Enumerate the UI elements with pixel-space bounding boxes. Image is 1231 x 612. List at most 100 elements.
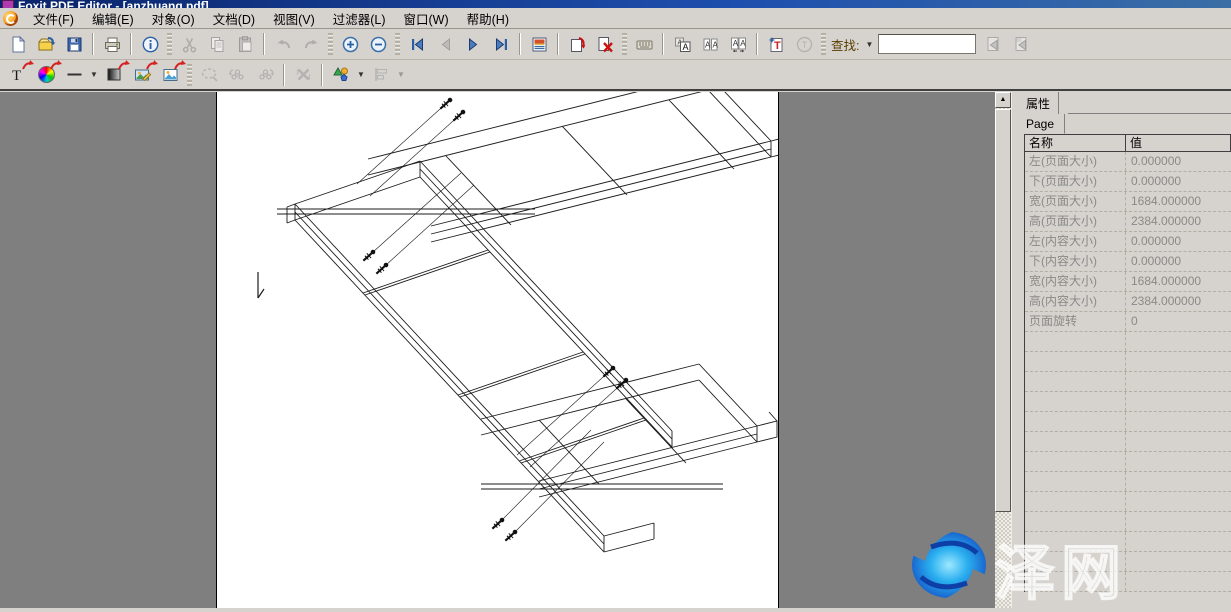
last-page-button[interactable] — [488, 31, 514, 57]
font-replace-button[interactable]: AA — [669, 31, 695, 57]
toolbar-grip — [167, 33, 172, 55]
toolbar-grip — [622, 33, 627, 55]
toolbar-grip — [328, 33, 333, 55]
document-info-button[interactable] — [137, 31, 163, 57]
save-button[interactable] — [61, 31, 87, 57]
menu-item-document[interactable]: 文档(D) — [204, 7, 264, 30]
toolbar-grip — [395, 33, 400, 55]
toolbar-grip — [821, 33, 826, 55]
property-row: 下(页面大小)0.000000 — [1025, 172, 1231, 192]
scrollbar-thumb[interactable] — [995, 109, 1011, 512]
property-row: 高(内容大小)2384.000000 — [1025, 292, 1231, 312]
scroll-up-button[interactable]: ▲ — [995, 92, 1011, 108]
svg-text:T: T — [774, 40, 781, 52]
menu-item-object[interactable]: 对象(O) — [143, 7, 204, 30]
menu-item-edit[interactable]: 编辑(E) — [83, 7, 143, 30]
ladder-bottom-section — [481, 364, 777, 497]
edit-text-tool-button[interactable]: T — [5, 62, 31, 88]
copy-button — [204, 31, 230, 57]
paste-icon — [236, 35, 255, 54]
document-canvas[interactable] — [0, 92, 995, 608]
menu-item-file[interactable]: 文件(F) — [24, 7, 83, 30]
svg-text:A: A — [740, 39, 746, 48]
font-narrow-button[interactable]: AA — [697, 31, 723, 57]
rotate-right-icon — [255, 65, 276, 84]
properties-panel-title: 属性 — [1022, 92, 1059, 114]
find-label: 查找: — [831, 35, 859, 54]
virtual-keyboard-button[interactable] — [631, 31, 657, 57]
previous-page-icon — [436, 35, 455, 54]
toolbar-separator — [130, 33, 132, 55]
svg-text:A: A — [705, 40, 711, 49]
delete-page-button[interactable] — [592, 31, 618, 57]
next-page-button[interactable] — [460, 31, 486, 57]
edit-arrow-icon — [174, 60, 187, 71]
rotate-page-button[interactable] — [564, 31, 590, 57]
empty-row — [1025, 572, 1231, 592]
lasso-select-button — [196, 62, 222, 88]
edit-color-tool-button[interactable] — [33, 62, 59, 88]
shapes-tool-button[interactable] — [328, 62, 354, 88]
zoom-out-button[interactable] — [365, 31, 391, 57]
replace-image-tool-button[interactable] — [157, 62, 183, 88]
zoom-out-icon — [369, 35, 388, 54]
zoom-in-button[interactable] — [337, 31, 363, 57]
empty-row — [1025, 512, 1231, 532]
empty-row — [1025, 352, 1231, 372]
ladder-assembly-drawing — [217, 92, 778, 608]
ladder-top-section — [277, 92, 778, 242]
toolbar-grip — [187, 64, 192, 86]
font-width-icon: AA — [729, 35, 748, 54]
page-layout-button[interactable] — [526, 31, 552, 57]
fill-tool-button[interactable] — [101, 62, 127, 88]
find-input[interactable] — [878, 34, 976, 54]
property-row: 高(页面大小)2384.000000 — [1025, 212, 1231, 232]
save-icon — [65, 35, 84, 54]
toolbar-separator — [321, 64, 323, 86]
property-row: 页面旋转0 — [1025, 312, 1231, 332]
open-folder-icon — [37, 35, 56, 54]
cut-button — [176, 31, 202, 57]
new-document-button[interactable] — [5, 31, 31, 57]
column-header-value: 值 — [1126, 135, 1231, 152]
print-button[interactable] — [99, 31, 125, 57]
shapes-icon — [332, 65, 351, 84]
menu-item-help[interactable]: 帮助(H) — [458, 7, 518, 30]
vertical-scrollbar[interactable]: ▲ — [995, 92, 1011, 608]
menu-item-filter[interactable]: 过滤器(L) — [324, 7, 395, 30]
align-tool-button — [368, 62, 394, 88]
add-text-button[interactable]: T — [763, 31, 789, 57]
find-options-dropdown[interactable]: ▼ — [863, 33, 875, 55]
edit-image-tool-button[interactable] — [129, 62, 155, 88]
menu-item-window[interactable]: 窗口(W) — [395, 7, 458, 30]
font-width-button[interactable]: AA — [725, 31, 751, 57]
next-page-icon — [464, 35, 483, 54]
first-page-button[interactable] — [404, 31, 430, 57]
property-row: 左(页面大小)0.000000 — [1025, 152, 1231, 172]
find-previous-icon — [984, 35, 1003, 54]
line-style-dropdown[interactable]: ▼ — [88, 64, 100, 86]
text-circle-icon: T — [795, 35, 814, 54]
empty-row — [1025, 452, 1231, 472]
svg-text:A: A — [712, 40, 718, 49]
foxit-logo-icon — [3, 11, 18, 26]
zoom-in-icon — [341, 35, 360, 54]
empty-row — [1025, 432, 1231, 452]
redo-icon — [302, 35, 321, 54]
properties-tab-row: Page — [1022, 114, 1231, 134]
property-row: 左(内容大小)0.000000 — [1025, 232, 1231, 252]
align-dropdown[interactable]: ▼ — [395, 64, 407, 86]
toolbar-separator — [756, 33, 758, 55]
lasso-icon — [199, 65, 220, 84]
rotate-page-icon — [568, 35, 587, 54]
ladder-long-arm — [287, 161, 672, 552]
open-button[interactable] — [33, 31, 59, 57]
toolbar-separator — [92, 33, 94, 55]
property-row: 宽(页面大小)1684.000000 — [1025, 192, 1231, 212]
print-icon — [103, 35, 122, 54]
tab-page[interactable]: Page — [1022, 114, 1065, 134]
menu-item-view[interactable]: 视图(V) — [264, 7, 324, 30]
shapes-dropdown[interactable]: ▼ — [355, 64, 367, 86]
find-previous-button — [980, 31, 1006, 57]
line-style-tool-button[interactable] — [61, 62, 87, 88]
